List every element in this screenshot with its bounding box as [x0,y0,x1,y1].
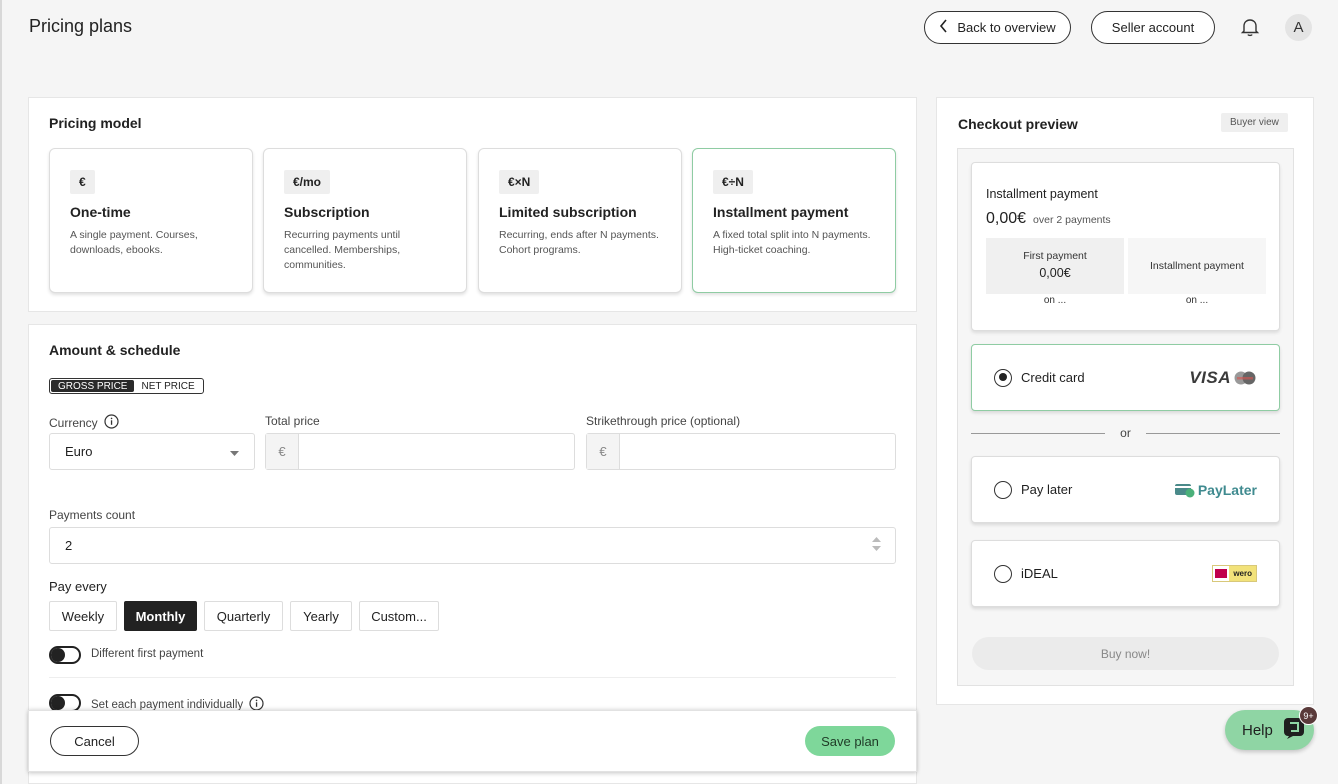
bell-icon[interactable] [1239,16,1261,38]
different-first-payment-label: Different first payment [91,648,204,660]
radio-credit-card[interactable] [994,368,1012,387]
payments-count-value: 2 [65,538,73,553]
model-name: Installment payment [713,204,849,220]
interval-quarterly[interactable]: Quarterly [204,601,283,631]
interval-yearly[interactable]: Yearly [290,601,352,631]
plan-amount-row: 0,00€ over 2 payments [986,210,1111,228]
seller-account-button[interactable]: Seller account [1091,11,1215,44]
ideal-icon [1213,566,1230,581]
model-option-subscription[interactable]: €/mo Subscription Recurring payments unt… [263,148,467,293]
installment-summary: Installment payment 0,00€ over 2 payment… [971,162,1280,331]
first-payment-label: First payment [1023,250,1087,262]
wero-logo-text: wero [1229,566,1256,581]
ideal-wero-logo: wero [1212,565,1257,582]
euro-prefix: € [587,434,620,469]
info-icon[interactable] [104,414,119,432]
model-name: Limited subscription [499,204,637,220]
installment-payment-box: Installment payment [1128,238,1266,294]
paylater-logo: PayLater [1174,481,1257,498]
total-price-label: Total price [265,414,320,428]
divider [49,677,896,678]
buy-now-button[interactable]: Buy now! [972,637,1279,670]
installment-payment-label: Installment payment [1150,260,1244,272]
pricing-model-title: Pricing model [49,115,142,131]
help-label: Help [1242,721,1273,739]
radio-pay-later[interactable] [994,480,1012,499]
model-description: Recurring payments until cancelled. Memb… [284,229,401,271]
back-to-overview-label: Back to overview [957,20,1056,35]
stepper-icon[interactable] [872,537,881,554]
checkout-preview-title: Checkout preview [958,116,1078,132]
price-type-toggle[interactable]: GROSS PRICE NET PRICE [49,378,204,394]
plan-amount: 0,00€ [986,210,1027,227]
currency-select[interactable]: Euro [49,433,255,470]
save-plan-button[interactable]: Save plan [805,726,895,756]
payment-option-label: Pay later [1021,482,1073,497]
payment-option-credit-card[interactable]: Credit card VISA [971,344,1280,411]
model-description: Recurring, ends after N payments. Cohort… [499,229,659,256]
action-bar [28,710,917,772]
strikethrough-price-label: Strikethrough price (optional) [586,414,741,428]
paylater-wallet-icon [1174,483,1195,497]
payments-count-input[interactable]: 2 [49,527,896,564]
currency-label-text: Currency [49,416,98,430]
different-first-payment-toggle[interactable] [49,646,81,664]
euro-prefix: € [266,434,299,469]
payment-option-label: Credit card [1021,370,1085,385]
strikethrough-price-input[interactable]: € [586,433,896,470]
model-description: A single payment. Courses, downloads, eb… [70,229,198,256]
plan-over-text: over 2 payments [1033,214,1111,226]
chevron-left-icon [939,19,949,36]
visa-logo-text: VISA [1189,367,1231,387]
amount-schedule-title: Amount & schedule [49,342,181,358]
radio-ideal[interactable] [994,564,1012,583]
model-option-limited-subscription[interactable]: €×N Limited subscription Recurring, ends… [478,148,682,293]
plan-name: Installment payment [986,187,1098,201]
payment-option-ideal[interactable]: iDEAL wero [971,540,1280,607]
first-payment-date: on ... [1043,295,1067,306]
model-option-installment[interactable]: €÷N Installment payment A fixed total sp… [692,148,896,293]
model-option-one-time[interactable]: € One-time A single payment. Courses, do… [49,148,253,293]
page-title: Pricing plans [29,16,133,36]
mastercard-icon [1234,371,1256,384]
currency-value: Euro [65,444,93,459]
installment-payment-date: on ... [1185,295,1209,306]
visa-mastercard-logo: VISA [1189,368,1257,388]
model-name: Subscription [284,204,370,220]
euro-icon: € [70,170,95,194]
gross-price-option[interactable]: GROSS PRICE [51,380,135,392]
model-description: A fixed total split into N payments. Hig… [713,229,871,256]
or-divider: or [971,426,1280,442]
help-notification-badge: 9+ [1299,706,1318,725]
euro-divide-n-icon: €÷N [713,170,753,194]
euro-times-n-icon: €×N [499,170,540,194]
pay-every-label: Pay every [49,579,107,594]
total-price-input[interactable]: € [265,433,575,470]
euro-per-month-icon: €/mo [284,170,331,194]
currency-label: Currency [49,414,119,432]
model-name: One-time [70,204,131,220]
interval-custom[interactable]: Custom... [359,601,439,631]
interval-weekly[interactable]: Weekly [49,601,117,631]
buyer-view-badge: Buyer view [1221,113,1288,132]
payment-option-label: iDEAL [1021,566,1058,581]
payments-count-label: Payments count [49,508,136,522]
paylater-logo-text: PayLater [1197,481,1257,498]
seller-account-label: Seller account [1111,20,1195,35]
cancel-button[interactable]: Cancel [50,726,139,756]
first-payment-amount: 0,00€ [1039,266,1071,280]
or-text: or [1120,426,1131,440]
interval-monthly[interactable]: Monthly [124,601,197,631]
caret-down-icon [230,444,239,459]
first-payment-box: First payment 0,00€ [986,238,1124,294]
payment-option-pay-later[interactable]: Pay later PayLater [971,456,1280,523]
back-to-overview-button[interactable]: Back to overview [924,11,1071,44]
avatar[interactable]: A [1285,14,1312,41]
net-price-option[interactable]: NET PRICE [134,380,201,392]
